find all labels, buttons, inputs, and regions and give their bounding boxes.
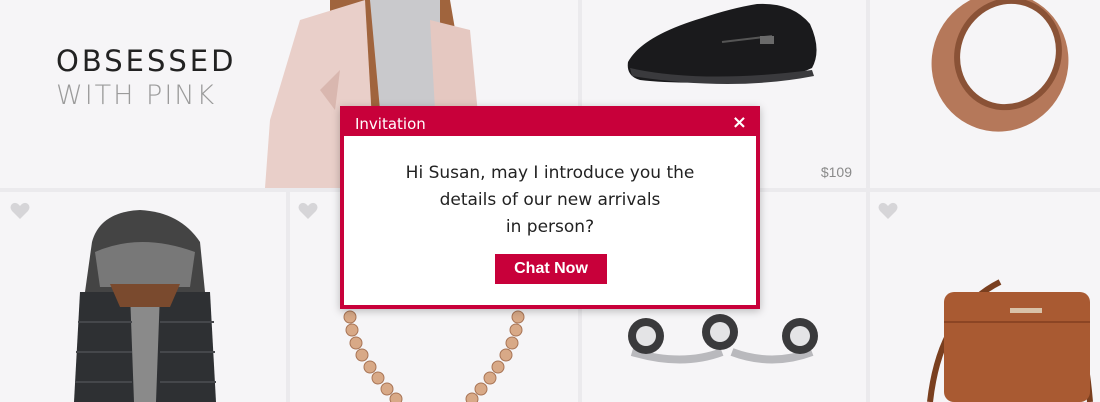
- bag-image: [927, 279, 1093, 402]
- product-tile-ring[interactable]: [870, 0, 1100, 188]
- dialog-title: Invitation: [355, 115, 426, 133]
- chat-now-button[interactable]: Chat Now: [495, 254, 607, 284]
- message-line: details of our new arrivals: [439, 190, 661, 210]
- product-tile-vest[interactable]: [0, 192, 286, 402]
- message-line: in person?: [505, 217, 595, 237]
- dialog-message: Hi Susan, may I introduce you the detail…: [344, 160, 756, 241]
- vest-image: [74, 210, 216, 402]
- close-icon[interactable]: ×: [732, 112, 747, 133]
- product-tile-bag[interactable]: [870, 192, 1100, 402]
- dialog-header: Invitation ×: [344, 110, 756, 136]
- invitation-dialog: Invitation × Hi Susan, may I introduce y…: [340, 106, 760, 309]
- message-line: Hi Susan, may I introduce you the: [405, 163, 695, 183]
- shoe-price: $109: [820, 164, 852, 180]
- ring-image: [931, 0, 1069, 132]
